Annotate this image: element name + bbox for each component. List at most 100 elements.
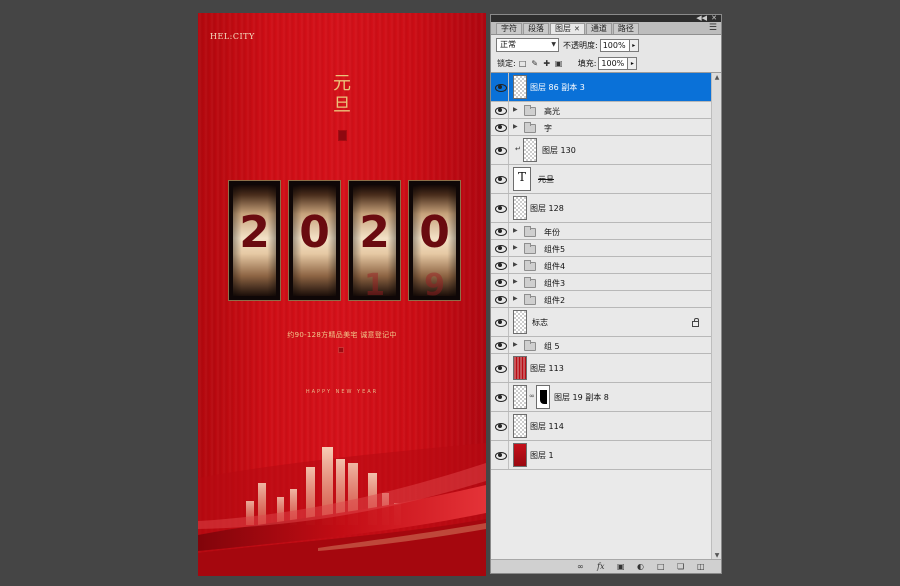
mini-seal: [338, 347, 344, 353]
new-layer-icon[interactable]: ❏: [677, 562, 684, 571]
expand-triangle-icon[interactable]: ▶: [513, 123, 518, 130]
layer-row[interactable]: T 元旦: [491, 165, 711, 194]
document-canvas[interactable]: HEL:CITY 元旦 2 0 2 1 0 9 约90-128方精品美宅 诚意登…: [198, 13, 486, 576]
layer-group-row[interactable]: ▶ 年份: [491, 223, 711, 240]
visibility-eye-icon[interactable]: [495, 244, 507, 253]
layer-name: 字: [544, 124, 552, 133]
layer-row[interactable]: 图层 113: [491, 354, 711, 383]
layer-row[interactable]: 标志: [491, 308, 711, 337]
visibility-eye-icon[interactable]: [495, 123, 507, 132]
visibility-eye-icon[interactable]: [495, 364, 507, 373]
close-icon[interactable]: ✕: [711, 14, 717, 22]
layer-row[interactable]: 图层 86 副本 3: [491, 73, 711, 102]
poster-brand: HEL:CITY: [210, 32, 255, 41]
expand-triangle-icon[interactable]: ▶: [513, 227, 518, 234]
visibility-eye-icon[interactable]: [495, 451, 507, 460]
scroll-up-icon[interactable]: ▲: [712, 73, 722, 83]
lock-position-icon[interactable]: ✚: [542, 59, 552, 69]
link-icon[interactable]: ∞: [577, 562, 584, 571]
visibility-eye-icon[interactable]: [495, 393, 507, 402]
opacity-input[interactable]: 100%: [599, 38, 630, 52]
visibility-eye-icon[interactable]: [495, 146, 507, 155]
layer-name: 元旦: [538, 175, 554, 184]
tab-paragraph[interactable]: 段落: [523, 23, 549, 34]
poster-title: 元旦: [333, 73, 351, 116]
layer-row[interactable]: ↵ 图层 130: [491, 136, 711, 165]
layer-row[interactable]: ∞ 图层 19 副本 8: [491, 383, 711, 412]
expand-triangle-icon[interactable]: ▶: [513, 261, 518, 268]
tab-paths[interactable]: 路径: [612, 23, 639, 34]
tab-close-icon[interactable]: ✕: [574, 25, 580, 33]
layer-group-row[interactable]: ▶ 组件3: [491, 274, 711, 291]
layer-thumbnail: [513, 356, 527, 380]
visibility-eye-icon[interactable]: [495, 422, 507, 431]
visibility-eye-icon[interactable]: [495, 106, 507, 115]
visibility-eye-icon[interactable]: [495, 341, 507, 350]
expand-triangle-icon[interactable]: ▶: [513, 278, 518, 285]
tab-label: 字符: [501, 24, 517, 33]
year-digit-3: 2 1: [348, 180, 401, 301]
expand-triangle-icon[interactable]: ▶: [513, 244, 518, 251]
layer-group-row[interactable]: ▶ 组件4: [491, 257, 711, 274]
folder-icon: [524, 260, 536, 271]
visibility-eye-icon[interactable]: [495, 227, 507, 236]
tab-channels[interactable]: 通道: [585, 23, 612, 34]
visibility-eye-icon[interactable]: [495, 318, 507, 327]
layer-group-row[interactable]: ▶ 字: [491, 119, 711, 136]
lock-transparency-icon[interactable]: □: [518, 59, 528, 69]
visibility-eye-icon[interactable]: [495, 295, 507, 304]
fill-input[interactable]: 100%: [598, 57, 629, 70]
layer-row[interactable]: 图层 114: [491, 412, 711, 441]
layer-group-row[interactable]: ▶ 组 5: [491, 337, 711, 354]
fx-icon[interactable]: fx: [597, 562, 604, 571]
seal-stamp: [338, 130, 347, 141]
lock-label: 锁定:: [497, 59, 516, 68]
fill-slider-toggle[interactable]: ▸: [628, 57, 638, 70]
digit-value: 2: [239, 207, 270, 258]
visibility-eye-icon[interactable]: [495, 261, 507, 270]
visibility-eye-icon[interactable]: [495, 204, 507, 213]
opacity-label: 不透明度:: [563, 40, 598, 50]
poster-tagline: HAPPY NEW YEAR: [305, 389, 379, 395]
new-group-icon[interactable]: □: [657, 562, 665, 571]
layer-thumbnail: [513, 414, 527, 438]
visibility-eye-icon[interactable]: [495, 175, 507, 184]
lock-all-icon[interactable]: ▣: [554, 59, 564, 69]
opacity-slider-toggle[interactable]: ▸: [629, 38, 639, 52]
lock-pixels-icon[interactable]: ✎: [530, 59, 540, 69]
layer-thumbnail: [513, 196, 527, 220]
tab-layers[interactable]: 图层 ✕: [550, 23, 585, 34]
layer-thumbnail: [513, 310, 527, 334]
layer-list-scrollbar[interactable]: ▲ ▼: [711, 73, 721, 561]
tab-label: 图层: [555, 24, 571, 33]
expand-triangle-icon[interactable]: ▶: [513, 341, 518, 348]
visibility-eye-icon[interactable]: [495, 278, 507, 287]
layer-mask-thumbnail[interactable]: [536, 385, 550, 409]
adjustment-icon[interactable]: ◐: [637, 562, 644, 571]
layer-row[interactable]: 图层 1: [491, 441, 711, 470]
visibility-eye-icon[interactable]: [495, 83, 507, 92]
folder-icon: [524, 294, 536, 305]
tab-character[interactable]: 字符: [496, 23, 522, 34]
clipping-arrow-icon: ↵: [515, 145, 521, 153]
trash-icon[interactable]: ◫: [697, 562, 705, 571]
layer-name: 组 5: [544, 342, 560, 351]
expand-triangle-icon[interactable]: ▶: [513, 295, 518, 302]
layer-thumbnail: [513, 443, 527, 467]
expand-triangle-icon[interactable]: ▶: [513, 106, 518, 113]
folder-icon: [524, 105, 536, 116]
mask-link-icon[interactable]: ∞: [529, 392, 535, 400]
collapse-icon[interactable]: ◀◀: [696, 14, 707, 22]
blend-mode-value: 正常: [500, 40, 516, 49]
layer-group-row[interactable]: ▶ 高光: [491, 102, 711, 119]
digit-next: 9: [424, 268, 445, 297]
panel-menu-icon[interactable]: ☰: [709, 22, 717, 34]
folder-icon: [524, 277, 536, 288]
layer-row[interactable]: 图层 128: [491, 194, 711, 223]
layer-group-row[interactable]: ▶ 组件5: [491, 240, 711, 257]
layer-name: 图层 128: [530, 204, 564, 213]
blend-mode-select[interactable]: 正常 ▼: [496, 38, 559, 52]
layer-group-row[interactable]: ▶ 组件2: [491, 291, 711, 308]
chevron-down-icon: ▼: [551, 41, 556, 48]
mask-icon[interactable]: ▣: [617, 562, 625, 571]
